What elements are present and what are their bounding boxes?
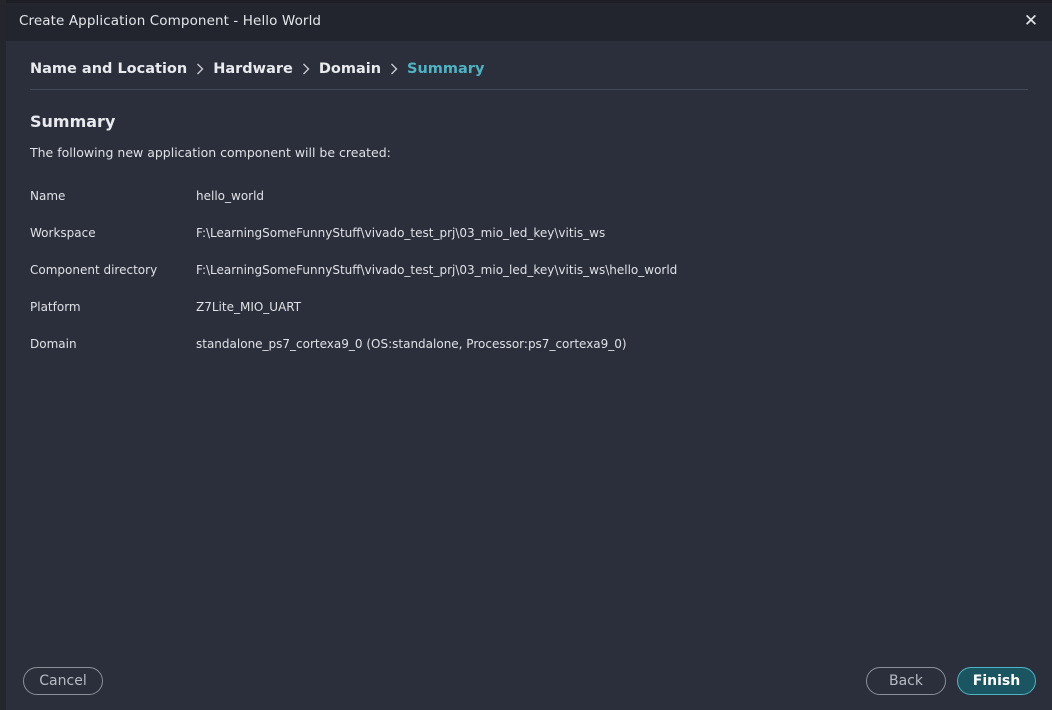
summary-label: Name [30, 189, 66, 203]
summary-label: Domain [30, 337, 77, 351]
summary-value: hello_world [196, 189, 265, 203]
dialog-title: Create Application Component - Hello Wor… [19, 13, 322, 29]
breadcrumb: Name and Location Hardware Domain Summar… [30, 59, 484, 79]
breadcrumb-step-summary[interactable]: Summary [407, 61, 484, 77]
cancel-button[interactable]: Cancel [23, 667, 103, 695]
summary-value: standalone_ps7_cortexa9_0 (OS:standalone… [196, 337, 627, 351]
chevron-right-icon [381, 63, 407, 75]
breadcrumb-step-domain[interactable]: Domain [319, 61, 381, 77]
breadcrumb-step-hardware[interactable]: Hardware [213, 61, 293, 77]
create-application-component-dialog: Create Application Component - Hello Wor… [6, 3, 1052, 710]
breadcrumb-step-name-and-location[interactable]: Name and Location [30, 61, 187, 77]
breadcrumb-divider [30, 89, 1028, 90]
summary-intro: The following new application component … [30, 145, 391, 160]
summary-value: F:\LearningSomeFunnyStuff\vivado_test_pr… [196, 226, 606, 240]
finish-button[interactable]: Finish [957, 667, 1036, 695]
dialog-titlebar: Create Application Component - Hello Wor… [6, 3, 1052, 41]
summary-label: Component directory [30, 263, 158, 277]
chevron-right-icon [293, 63, 319, 75]
summary-label: Platform [30, 300, 81, 314]
summary-label: Workspace [30, 226, 96, 240]
close-icon[interactable]: ✕ [1022, 12, 1040, 30]
summary-heading: Summary [30, 112, 116, 131]
chevron-right-icon [187, 63, 213, 75]
summary-value: Z7Lite_MIO_UART [196, 300, 302, 314]
summary-value: F:\LearningSomeFunnyStuff\vivado_test_pr… [196, 263, 678, 277]
back-button[interactable]: Back [866, 667, 946, 695]
